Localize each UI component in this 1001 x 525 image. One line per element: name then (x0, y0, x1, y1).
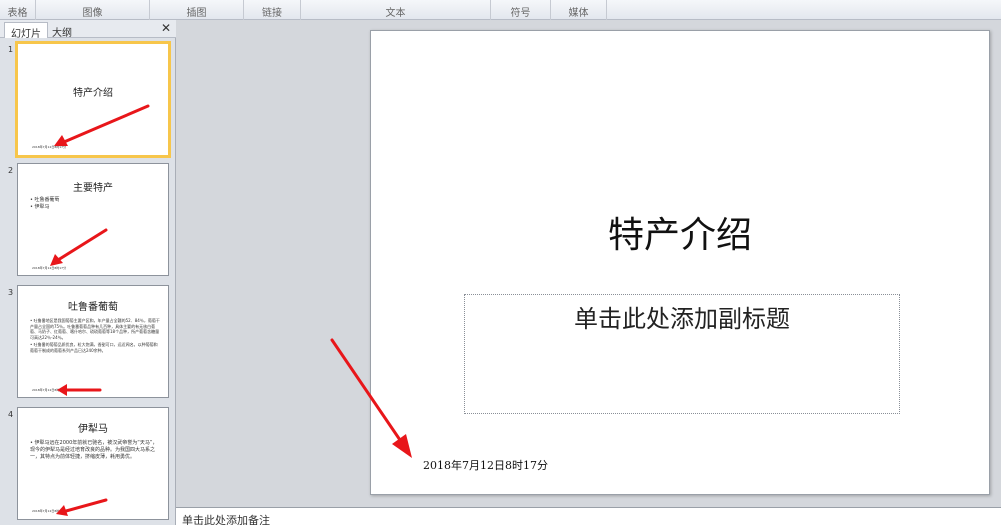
ribbon-group-label: 插图 (186, 8, 207, 19)
slide-canvas[interactable]: 特产介绍 单击此处添加副标题 2018年7月12日8时17分 (370, 30, 990, 495)
thumb-bullet: • 伊犁马 (30, 204, 50, 210)
thumb-bullet-text: 伊犁马远在2000年前就已驰名，被汉武帝誉为“天马”，现今的伊犁马是经过培育改良… (30, 440, 158, 460)
ribbon-group-media[interactable]: 媒体 (551, 0, 607, 20)
thumb-bullets: • 吐鲁番地区是我国葡萄主要产区和，年产量占全疆的52．84％，葡萄干产量占全国… (30, 318, 160, 353)
red-arrow-icon (57, 384, 102, 396)
thumb-title: 特产介绍 (73, 88, 113, 99)
slide-thumbnail-3[interactable]: 吐鲁番葡萄 • 吐鲁番地区是我国葡萄主要产区和，年产量占全疆的52．84％，葡萄… (17, 285, 169, 398)
ribbon-group-illustrations[interactable]: 插图 (150, 0, 244, 20)
ribbon-group-label: 链接 (262, 8, 282, 19)
ribbon-group-label: 表格 (7, 8, 28, 19)
ribbon-group-label: 媒体 (568, 8, 589, 19)
thumb-bullet: • 吐鲁番葡萄 (30, 197, 60, 203)
slide-thumbnail-4[interactable]: 伊犁马 • 伊犁马远在2000年前就已驰名，被汉武帝誉为“天马”，现今的伊犁马是… (17, 407, 169, 520)
ribbon-group-labels: 表格 图像 插图 链接 文本 符号 媒体 (0, 0, 1001, 20)
thumb-title: 吐鲁番葡萄 (68, 302, 118, 313)
red-arrow-icon (54, 104, 150, 146)
slide-number: 4 (8, 410, 14, 419)
slide-number: 2 (8, 166, 14, 175)
ribbon-group-table[interactable]: 表格 (0, 0, 36, 20)
ribbon-group-label: 符号 (510, 8, 531, 19)
notes-placeholder[interactable]: 单击此处添加备注 (182, 512, 270, 525)
thumb-bullet-text: 吐鲁番的葡萄品质优良，粒大饱满，香甜可口，远近闻名。以种葡萄和葡萄干制成的葡萄系… (30, 342, 158, 353)
tab-outline[interactable]: 大纲 (46, 22, 78, 39)
slide-number: 3 (8, 288, 14, 297)
slide-number: 1 (8, 45, 14, 54)
red-arrow-icon (56, 498, 108, 516)
thumb-bullet: • 吐鲁番地区是我国葡萄主要产区和，年产量占全疆的52．84％，葡萄干产量占全国… (30, 318, 160, 340)
ribbon-group-label: 文本 (385, 8, 406, 19)
close-icon[interactable]: ✕ (161, 21, 171, 35)
thumb-title: 主要特产 (73, 183, 113, 194)
thumb-bullet-text: 吐鲁番地区是我国葡萄主要产区和，年产量占全疆的52．84％，葡萄干产量占全国的7… (30, 318, 160, 340)
tab-slides[interactable]: 幻灯片 (4, 22, 48, 40)
slide-title[interactable]: 特产介绍 (371, 206, 989, 258)
ribbon-group-label: 图像 (82, 8, 103, 19)
thumb-bullets: • 吐鲁番葡萄 • 伊犁马 (30, 197, 160, 211)
thumb-bullet-text: 伊犁马 (34, 204, 50, 210)
slide-thumbnail-2[interactable]: 主要特产 • 吐鲁番葡萄 • 伊犁马 2018年7月12日8时17分 (17, 163, 169, 276)
ribbon-group-links[interactable]: 链接 (244, 0, 301, 20)
thumb-bullet: • 吐鲁番的葡萄品质优良，粒大饱满，香甜可口，远近闻名。以种葡萄和葡萄干制成的葡… (30, 342, 158, 353)
pane-tabs: 幻灯片 大纲 ✕ (0, 20, 176, 40)
red-arrow-icon (330, 338, 412, 458)
subtitle-placeholder[interactable]: 单击此处添加副标题 (465, 299, 899, 334)
notes-pane[interactable]: 单击此处添加备注 (176, 507, 1001, 525)
ribbon-group-images[interactable]: 图像 (36, 0, 150, 20)
ribbon-group-text[interactable]: 文本 (301, 0, 491, 20)
slide-thumbnail-1[interactable]: 特产介绍 2018年7月12日8时17分 (15, 41, 171, 158)
thumb-bullet: • 伊犁马远在2000年前就已驰名，被汉武帝誉为“天马”，现今的伊犁马是经过培育… (30, 440, 158, 460)
slide-date-footer[interactable]: 2018年7月12日8时17分 (423, 459, 553, 473)
red-arrow-icon (50, 228, 108, 266)
thumb-bullets: • 伊犁马远在2000年前就已驰名，被汉武帝誉为“天马”，现今的伊犁马是经过培育… (30, 440, 160, 461)
thumb-title: 伊犁马 (78, 424, 108, 435)
thumb-bullet-text: 吐鲁番葡萄 (34, 197, 60, 203)
slides-pane: 幻灯片 大纲 ✕ 1 特产介绍 2018年7月12日8时17分 2 主要特产 •… (0, 20, 176, 525)
ribbon-group-symbols[interactable]: 符号 (491, 0, 551, 20)
subtitle-placeholder-box[interactable]: 单击此处添加副标题 (464, 294, 900, 414)
